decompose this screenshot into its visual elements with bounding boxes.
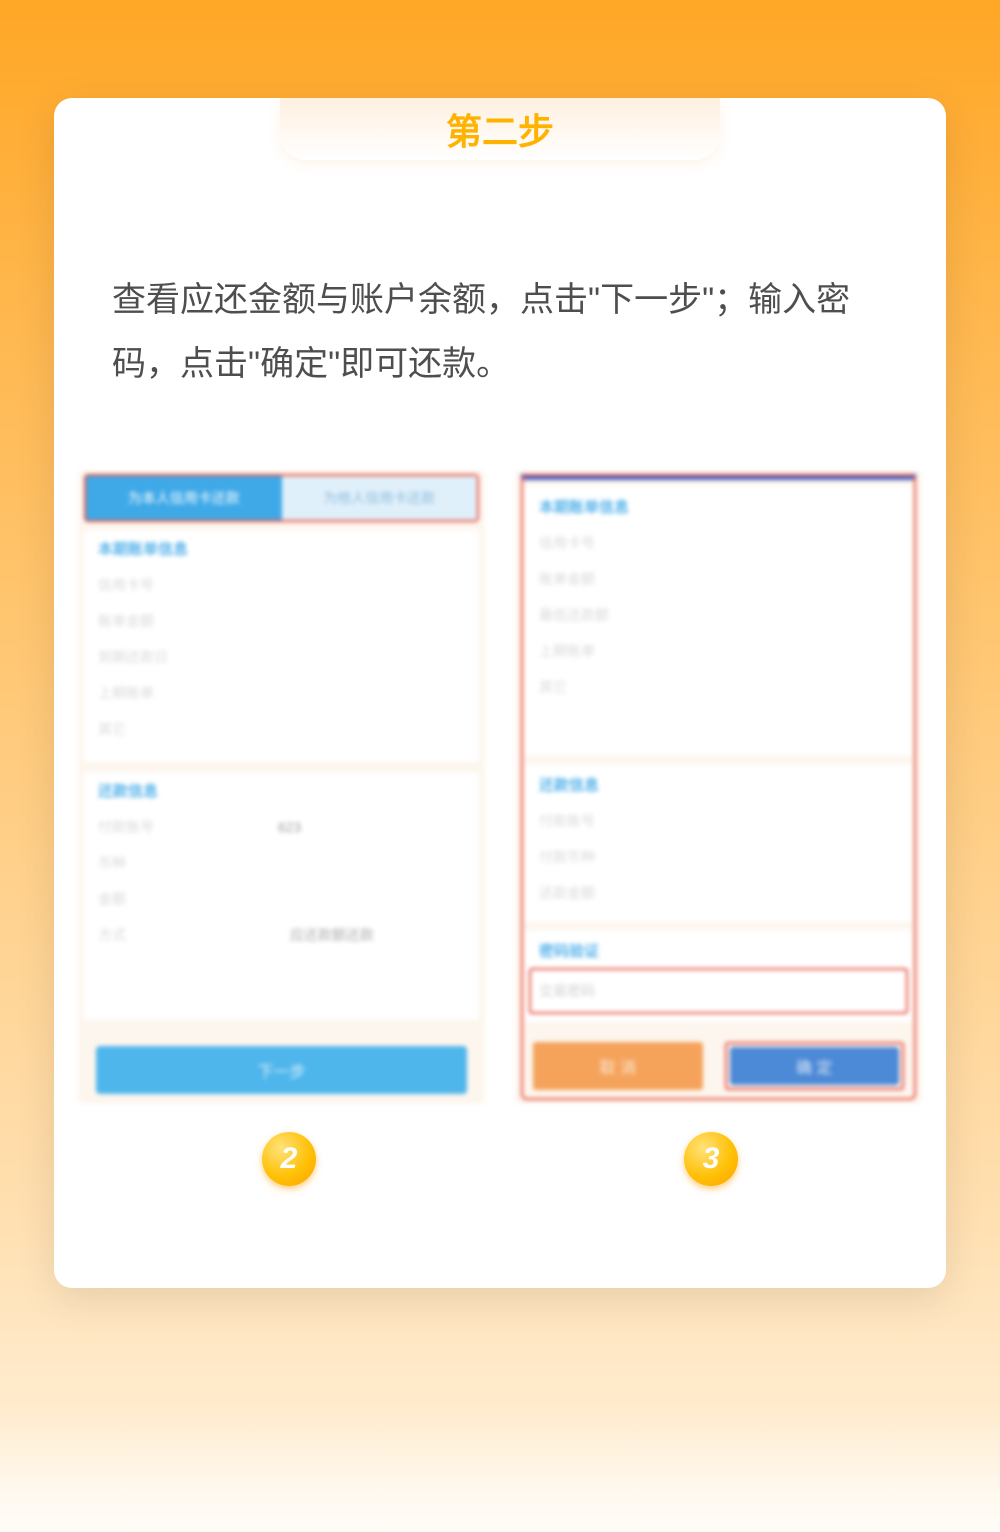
field-line: 信用卡号	[98, 575, 465, 595]
screenshots-row: 为本人信用卡还款 为他人信用卡还款 本期账单信息 信用卡号 账单金额 到期还款日…	[78, 470, 922, 1104]
next-step-button[interactable]: 下一步	[96, 1046, 467, 1094]
field-line: 上期账单	[539, 641, 898, 661]
repay-info-panel: 还款信息 付款账号 623 币种 金额 方式 应还款额还款	[84, 772, 479, 1020]
field-line: 到期还款日	[98, 647, 465, 667]
field-label: 付款账号	[98, 819, 154, 835]
confirm-button-highlight: 确 定	[725, 1042, 905, 1090]
highlight-tabs: 为本人信用卡还款 为他人信用卡还款	[84, 474, 479, 522]
panel-title: 还款信息	[98, 780, 465, 801]
field-line: 付款账号	[539, 811, 898, 831]
button-row: 取 消 确 定	[533, 1042, 904, 1090]
panel-title: 还款信息	[539, 774, 898, 795]
repay-info-panel: 还款信息 付款账号 付款币种 还款金额	[525, 764, 912, 922]
field-line: 其它	[539, 677, 898, 697]
card-number-prefix: 623	[278, 819, 301, 835]
field-line: 账单金额	[539, 569, 898, 589]
confirm-button[interactable]: 确 定	[730, 1047, 900, 1085]
top-accent-bar	[521, 474, 916, 480]
cancel-button[interactable]: 取 消	[533, 1042, 703, 1090]
bottom-fade	[0, 1412, 1000, 1532]
field-line: 方式 应还款额还款	[98, 925, 465, 945]
step-badge-3: 3	[684, 1132, 738, 1186]
step-tab: 第二步	[280, 98, 720, 160]
tab-self-card[interactable]: 为本人信用卡还款	[86, 476, 282, 520]
panel-title: 密码验证	[539, 940, 898, 961]
bill-info-panel: 本期账单信息 信用卡号 账单金额 最低还款额 上期账单 其它	[525, 486, 912, 756]
field-label: 方式	[98, 927, 126, 943]
bill-info-panel: 本期账单信息 信用卡号 账单金额 到期还款日 上期账单 其它	[84, 530, 479, 762]
repay-mode-value: 应还款额还款	[290, 925, 374, 945]
field-line: 最低还款额	[539, 605, 898, 625]
field-line: 付款币种	[539, 847, 898, 867]
tab-other-card[interactable]: 为他人信用卡还款	[282, 476, 478, 520]
step-badges-row: 2 3	[78, 1132, 922, 1186]
step-badge-2: 2	[262, 1132, 316, 1186]
panel-title: 本期账单信息	[98, 538, 465, 559]
screenshot-step-3: 本期账单信息 信用卡号 账单金额 最低还款额 上期账单 其它 还款信息 付款账号…	[515, 470, 922, 1104]
field-line: 信用卡号	[539, 533, 898, 553]
instruction-text: 查看应还金额与账户余额，点击"下一步"；输入密码，点击"确定"即可还款。	[112, 268, 888, 396]
panel-title: 本期账单信息	[539, 496, 898, 517]
field-line: 币种	[98, 853, 465, 873]
instruction-card: 第二步 查看应还金额与账户余额，点击"下一步"；输入密码，点击"确定"即可还款。…	[54, 98, 946, 1288]
field-line: 账单金额	[98, 611, 465, 631]
screenshot-step-2: 为本人信用卡还款 为他人信用卡还款 本期账单信息 信用卡号 账单金额 到期还款日…	[78, 470, 485, 1104]
field-line: 付款账号 623	[98, 817, 465, 837]
field-line: 金额	[98, 889, 465, 909]
password-input-highlight[interactable]: 交易密码	[529, 968, 908, 1014]
field-line: 上期账单	[98, 683, 465, 703]
field-line: 其它	[98, 719, 465, 739]
field-line: 还款金额	[539, 883, 898, 903]
step-title: 第二步	[446, 103, 554, 155]
